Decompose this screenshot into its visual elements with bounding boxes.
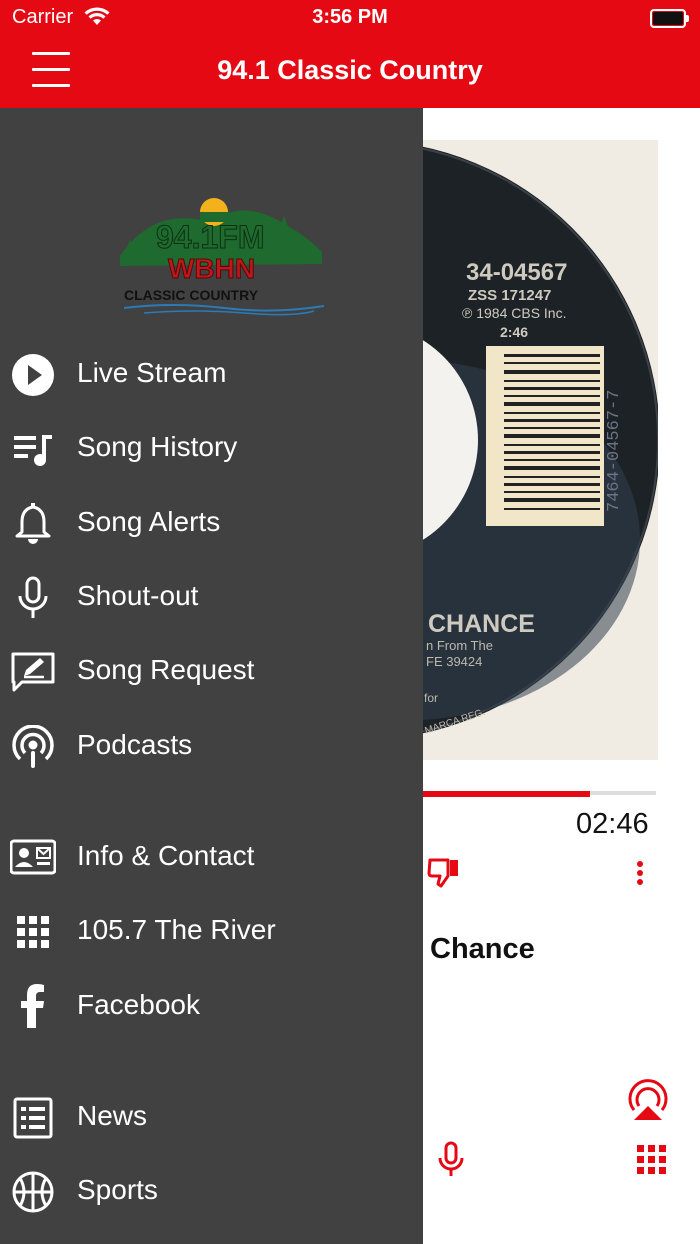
menu-item-label: Shout-out [77, 580, 199, 611]
record-length: 2:46 [500, 324, 528, 340]
record-for: for [424, 691, 438, 705]
microphone-icon [18, 576, 48, 618]
record-catalog: 34-04567 [466, 259, 567, 286]
menu-item-song-history[interactable]: Song History [0, 417, 423, 481]
app-header: Carrier 3:56 PM 94.1 Classic Country [0, 0, 700, 108]
play-circle-icon [12, 354, 54, 396]
logo-callsign: WBHN [168, 253, 255, 284]
record-copyright: ℗ 1984 CBS Inc. [462, 305, 566, 321]
logo-tagline: CLASSIC COUNTRY [124, 287, 259, 303]
menu-item-news[interactable]: News [0, 1086, 423, 1150]
more-options-icon[interactable] [630, 857, 650, 889]
record-subtitle-2: FE 39424 [426, 654, 482, 669]
menu-item-label: Song Alerts [77, 506, 221, 537]
bell-icon [15, 503, 51, 544]
menu-item-label: News [77, 1100, 148, 1131]
status-bar: Carrier 3:56 PM [0, 0, 700, 36]
menu-item-live-stream[interactable]: Live Stream [0, 343, 423, 407]
newspaper-icon [13, 1097, 53, 1139]
menu-item-label: Info & Contact [77, 840, 255, 871]
logo-frequency: 94.1FM [156, 219, 264, 255]
record-zss: ZSS 171247 [468, 287, 551, 304]
menu-item-shout-out[interactable]: Shout-out [0, 566, 423, 630]
end-time: 02:46 [576, 808, 649, 840]
side-drawer: 94.1FM WBHN CLASSIC COUNTRY Live Stream … [0, 108, 423, 1244]
menu-item-label: Podcasts [77, 729, 193, 760]
menu-item-podcasts[interactable]: Podcasts [0, 715, 423, 779]
station-logo: 94.1FM WBHN CLASSIC COUNTRY [120, 198, 325, 316]
menu-item-label: Song History [77, 431, 238, 462]
facebook-icon [21, 984, 44, 1028]
menu-item-label: Song Request [77, 654, 255, 685]
status-time: 3:56 PM [312, 6, 388, 28]
thumbs-down-icon[interactable] [427, 857, 461, 889]
menu-item-info-contact[interactable]: Info & Contact [0, 826, 423, 890]
menu-item-sports[interactable]: Sports [0, 1160, 423, 1224]
playlist-icon [14, 435, 52, 466]
menu-item-the-river[interactable]: 105.7 The River [0, 900, 423, 964]
grid-icon [17, 916, 49, 948]
record-subtitle: n From The [426, 638, 493, 653]
menu-item-label: Sports [77, 1174, 158, 1205]
menu-item-label: Live Stream [77, 357, 227, 388]
page-title: 94.1 Classic Country [217, 55, 483, 85]
record-title: CHANCE [428, 610, 535, 638]
airplay-icon[interactable] [626, 1078, 670, 1122]
song-title: Chance [430, 933, 535, 965]
microphone-button-icon[interactable] [436, 1141, 466, 1179]
menu-item-song-request[interactable]: Song Request [0, 640, 423, 704]
menu-item-song-alerts[interactable]: Song Alerts [0, 492, 423, 556]
menu-item-facebook[interactable]: Facebook [0, 975, 423, 1039]
edit-message-icon [11, 652, 55, 692]
stations-grid-icon[interactable] [637, 1145, 667, 1175]
basketball-icon [12, 1171, 54, 1213]
podcast-icon [12, 725, 54, 768]
battery-icon [650, 9, 689, 28]
menu-item-label: Facebook [77, 989, 200, 1020]
menu-item-label: 105.7 The River [77, 914, 276, 945]
contact-card-icon [10, 839, 56, 875]
barcode-number: 7464-04567-7 [605, 390, 624, 512]
